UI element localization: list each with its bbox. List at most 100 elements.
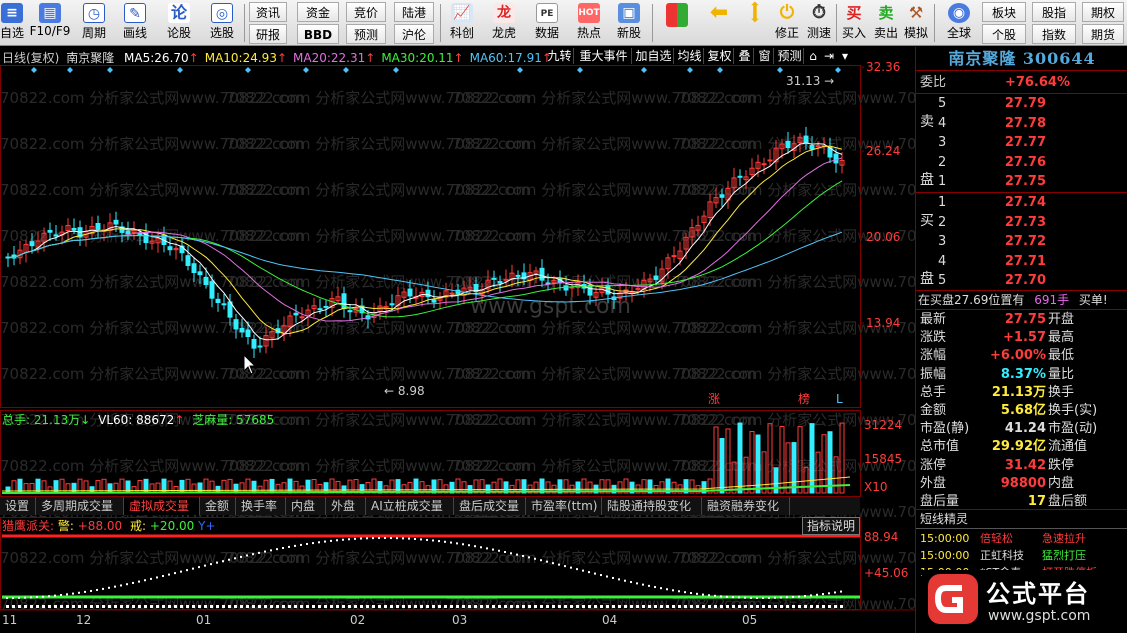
sell-order-row[interactable]: 2 27.76	[916, 154, 1127, 172]
sprite-stock[interactable]: 正虹科技	[980, 547, 1024, 565]
toolbar-btn-simulate[interactable]: ⚒ 模拟	[902, 2, 930, 44]
toolbar-btn-f10[interactable]: ▤ F10/F9	[28, 2, 72, 44]
toolbar-btn-options[interactable]: 期权	[1082, 2, 1124, 22]
indicator-tab[interactable]: 陆股通持股变化	[602, 497, 702, 515]
chart-toolbar-button[interactable]: 窗	[756, 48, 774, 64]
indicator-dot	[498, 549, 500, 552]
indicator-bottom-dot	[414, 605, 417, 608]
indicator-tab[interactable]: 融资融券变化	[702, 497, 790, 515]
candle-body	[785, 140, 791, 149]
toolbar-btn-period[interactable]: ◷ 周期	[76, 2, 112, 44]
indicator-warn-value: +88.00	[77, 519, 123, 533]
indicator-tab[interactable]: AI立桩成交量	[366, 497, 454, 515]
buy-order-row[interactable]: 5 27.70	[916, 272, 1127, 290]
toolbar-btn-color-grid[interactable]	[660, 2, 694, 44]
sell-order-row[interactable]: 1 27.75	[916, 173, 1127, 191]
indicator-bottom-dot	[372, 605, 375, 608]
toolbar-btn-fix[interactable]: ⏻ 修正	[772, 2, 802, 44]
indicator-dot	[810, 594, 812, 597]
toolbar-btn-global[interactable]: ◉ 全球	[938, 2, 980, 44]
buy-order-row[interactable]: 3 27.72	[916, 233, 1127, 251]
indicator-tab[interactable]: 市盈率(ttm)	[526, 497, 602, 515]
sell-order-row[interactable]: 3 27.77	[916, 134, 1127, 152]
indicator-tab[interactable]: 外盘	[326, 497, 366, 515]
gspt-logo: 公式平台 www.gspt.com	[922, 566, 1127, 630]
candle-body	[605, 284, 611, 295]
toolbar-btn-ipo[interactable]: ▣ 新股	[612, 2, 646, 44]
toolbar-btn-data[interactable]: PE 数据	[530, 2, 564, 44]
chart-toolbar-button[interactable]: 重大事件	[576, 48, 632, 64]
buy-order-row[interactable]: 4 27.71	[916, 253, 1127, 271]
candle-body	[515, 274, 521, 277]
toolbar-btn-sh-london[interactable]: 沪伦	[394, 24, 434, 44]
indicator-tab[interactable]: 换手率	[236, 497, 286, 515]
toolbar-btn-star-market[interactable]: 📈 科创	[445, 2, 479, 44]
indicator-bottom-dot	[696, 605, 699, 608]
chart-toolbar-button[interactable]: 预测	[776, 48, 804, 64]
expand-icon[interactable]: ⇥	[822, 48, 836, 64]
toolbar-btn-research[interactable]: 研报	[249, 24, 287, 44]
candle-body	[761, 163, 767, 166]
indicator-warn-label: 警:	[57, 519, 74, 533]
toolbar-btn-single-stock[interactable]: 个股	[982, 24, 1026, 44]
indicator-tab[interactable]: 虚拟成交量	[124, 497, 200, 515]
indicator-bottom-dot	[504, 605, 507, 608]
indicator-bottom-dot	[492, 605, 495, 608]
toolbar-btn-auction[interactable]: 竞价	[346, 2, 386, 22]
toolbar-btn-updown[interactable]: ⬆ ⬇	[740, 1, 770, 44]
indicator-bottom-dot	[84, 605, 87, 608]
toolbar-btn-sector[interactable]: 板块	[982, 2, 1026, 22]
toolbar-btn-hk-connect[interactable]: 陆港	[394, 2, 434, 22]
dropdown-icon[interactable]: ▾	[838, 48, 852, 64]
toolbar-btn-stock-index[interactable]: 股指	[1032, 2, 1076, 22]
toolbar-btn-watchlist[interactable]: ≡ 自选	[0, 2, 24, 44]
chart-toolbar-button[interactable]: 均线	[676, 48, 704, 64]
indicator-dot	[504, 551, 506, 554]
indicator-tab[interactable]: 盘后成交量	[454, 497, 526, 515]
indicator-tab[interactable]: 内盘	[286, 497, 326, 515]
kline-chart-area[interactable]: 70822.com 分析家公式网www.70822.com 70822.com 分…	[0, 47, 915, 633]
toolbar-btn-select[interactable]: ◎ 选股	[204, 2, 240, 44]
indicator-help-button[interactable]: 指标说明	[802, 517, 861, 535]
toolbar-btn-discuss[interactable]: 论 论股	[162, 2, 196, 44]
event-marker	[641, 67, 647, 73]
volume-tick-label: 15845	[864, 452, 902, 466]
ma-values: MA5:26.70↑ MA10:24.93↑ MA20:22.31↑ MA30:20.…	[118, 51, 552, 65]
kline-svg[interactable]: 70822.com 分析家公式网www.70822.com 70822.com 分…	[0, 47, 915, 633]
toolbar-btn-sell[interactable]: 卖 卖出	[872, 2, 900, 44]
chart-toolbar-button[interactable]: 加自选	[634, 48, 674, 64]
toolbar-btn-index[interactable]: 指数	[1032, 24, 1076, 44]
price-tick-label: 20.06	[866, 230, 900, 244]
toolbar-btn-futures[interactable]: 期货	[1082, 24, 1124, 44]
indicator-bottom-dot	[720, 605, 723, 608]
chart-toolbar-button[interactable]: 叠	[736, 48, 754, 64]
indicator-bottom-dot	[702, 605, 705, 608]
sprite-stock[interactable]: 倍轻松	[980, 530, 1013, 548]
indicator-tab[interactable]: 设置	[0, 497, 36, 515]
indicator-tab[interactable]: 金额	[200, 497, 236, 515]
ma-line	[7, 180, 843, 318]
toolbar-btn-draw[interactable]: ✎ 画线	[118, 2, 152, 44]
toolbar-btn-dragon-tiger[interactable]: 龙 龙虎	[487, 2, 521, 44]
indicator-tab[interactable]: 多周期成交量	[36, 497, 124, 515]
chart-toolbar-button[interactable]: 复权	[706, 48, 734, 64]
sell-order-row[interactable]: 4 27.78	[916, 115, 1127, 133]
toolbar-btn-news[interactable]: 资讯	[249, 2, 287, 22]
volume-bar	[23, 483, 29, 494]
toolbar-btn-speed[interactable]: ⏱ 测速	[804, 2, 834, 44]
toolbar-btn-back[interactable]: ⬅	[704, 2, 734, 44]
indicator-dot	[150, 577, 152, 580]
toolbar-btn-bbd[interactable]: BBD	[297, 24, 339, 44]
sell-order-row[interactable]: 5 27.79	[916, 95, 1127, 113]
indicator-bottom-dot	[834, 605, 837, 608]
toolbar-btn-hot[interactable]: HOT 热点	[572, 2, 606, 44]
toolbar-btn-funds[interactable]: 资金	[297, 2, 339, 22]
chart-toolbar-button[interactable]: 九转	[546, 48, 574, 64]
buy-order-row[interactable]: 1 27.74	[916, 194, 1127, 212]
candle-body	[431, 299, 437, 303]
toolbar-btn-buy[interactable]: 买 买入	[840, 2, 868, 44]
pencil-icon: ✎	[124, 3, 146, 23]
buy-order-row[interactable]: 2 27.73	[916, 214, 1127, 232]
lock-icon[interactable]: ⌂	[806, 48, 820, 64]
toolbar-btn-forecast[interactable]: 预测	[346, 24, 386, 44]
